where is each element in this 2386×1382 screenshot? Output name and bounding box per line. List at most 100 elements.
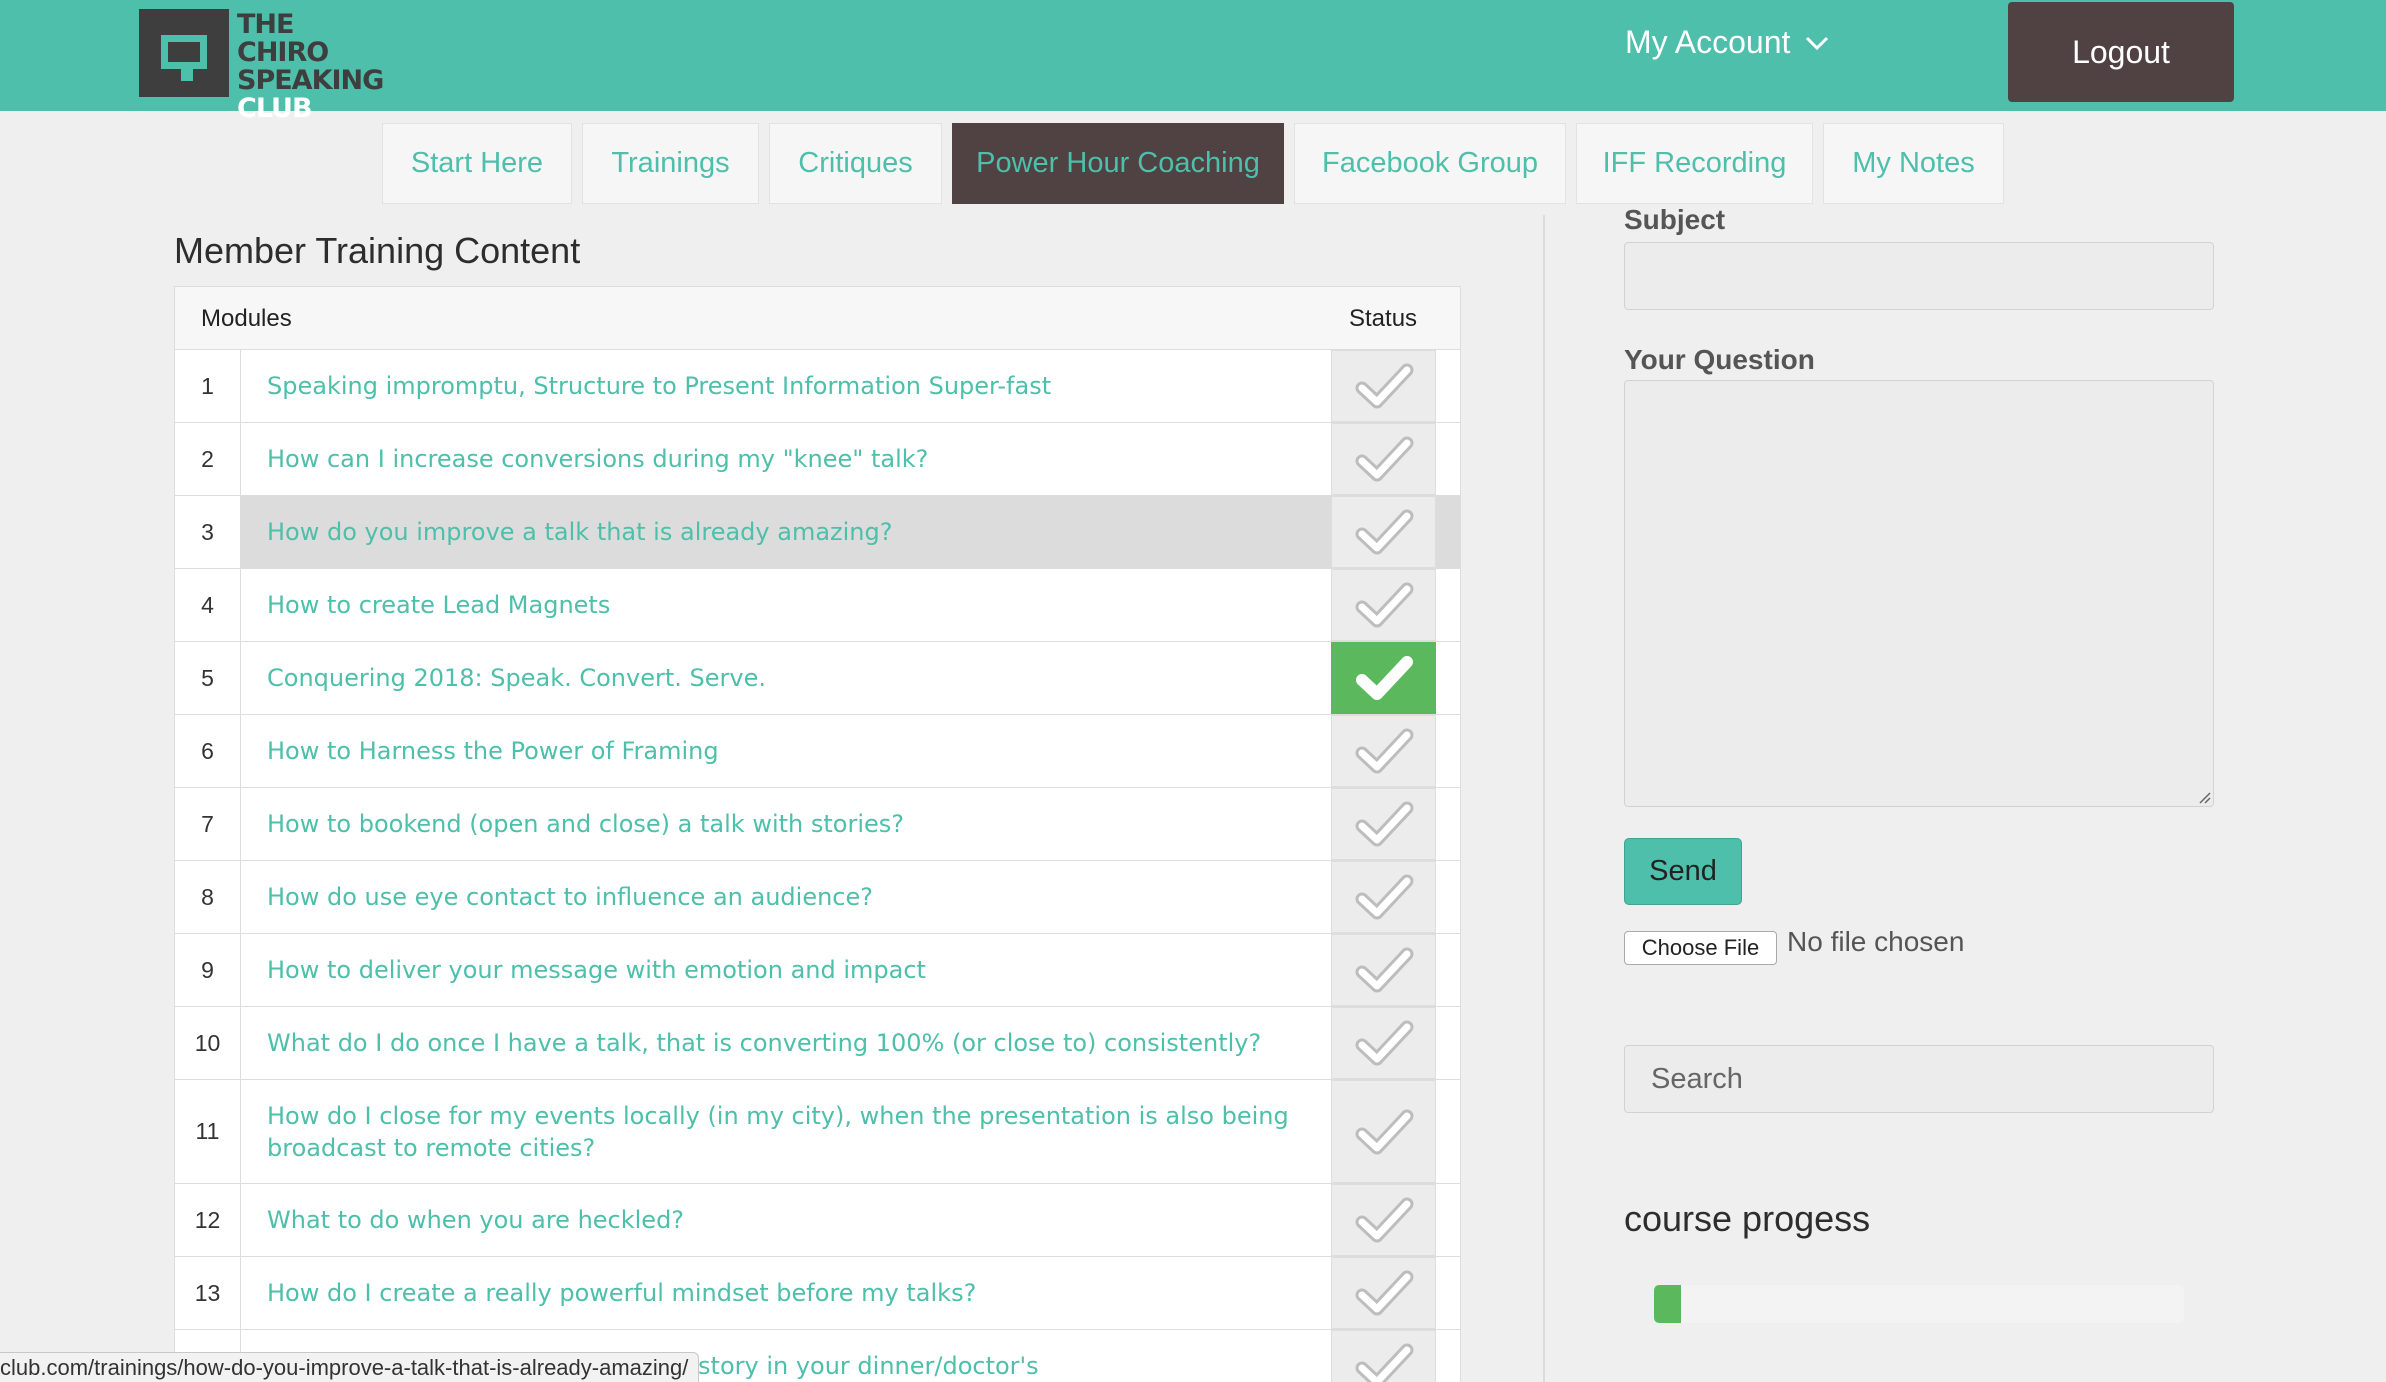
module-link[interactable]: How can I increase conversions during my…: [241, 423, 1331, 495]
table-row[interactable]: 6 How to Harness the Power of Framing: [175, 715, 1460, 788]
my-account-menu[interactable]: My Account: [1625, 24, 1830, 61]
table-row[interactable]: 7 How to bookend (open and close) a talk …: [175, 788, 1460, 861]
row-padding: [1436, 934, 1460, 1006]
table-row[interactable]: 12 What to do when you are heckled?: [175, 1184, 1460, 1257]
module-link[interactable]: How do I create a really powerful mindse…: [241, 1257, 1331, 1329]
table-row[interactable]: 13 How do I create a really powerful mind…: [175, 1257, 1460, 1330]
subject-input[interactable]: [1624, 242, 2214, 310]
row-padding: [1436, 496, 1460, 568]
row-padding: [1436, 1184, 1460, 1256]
row-number: 1: [175, 350, 241, 422]
page-title: Member Training Content: [174, 230, 581, 271]
row-number: 5: [175, 642, 241, 714]
row-number: 4: [175, 569, 241, 641]
table-row[interactable]: 9 How to deliver your message with emotio…: [175, 934, 1460, 1007]
tab-critiques[interactable]: Critiques: [769, 123, 942, 204]
row-number: 9: [175, 934, 241, 1006]
tab-my-notes[interactable]: My Notes: [1823, 123, 2004, 204]
checkmark-icon: [1355, 1197, 1413, 1243]
column-divider: [1543, 215, 1545, 1382]
row-padding: [1436, 1080, 1460, 1183]
tab-iff-recording[interactable]: IFF Recording: [1576, 123, 1813, 204]
checkmark-icon: [1355, 947, 1413, 993]
status-incomplete[interactable]: [1331, 934, 1436, 1006]
course-progress-bar: [1654, 1285, 2184, 1323]
table-row[interactable]: 3 How do you improve a talk that is alrea…: [175, 496, 1460, 569]
status-incomplete[interactable]: [1331, 350, 1436, 422]
module-link[interactable]: What do I do once I have a talk, that is…: [241, 1007, 1331, 1079]
table-row[interactable]: 10 What do I do once I have a talk, that …: [175, 1007, 1460, 1080]
site-logo[interactable]: THE CHIRO SPEAKING CLUB: [139, 9, 384, 123]
status-incomplete[interactable]: [1331, 1080, 1436, 1183]
tab-start-here[interactable]: Start Here: [382, 123, 572, 204]
module-link[interactable]: Speaking impromptu, Structure to Present…: [241, 350, 1331, 422]
status-incomplete[interactable]: [1331, 1007, 1436, 1079]
checkmark-icon: [1355, 1270, 1413, 1316]
table-row[interactable]: 5 Conquering 2018: Speak. Convert. Serve.: [175, 642, 1460, 715]
status-incomplete[interactable]: [1331, 569, 1436, 641]
logo-line-2: SPEAKING: [237, 65, 384, 96]
status-incomplete[interactable]: [1331, 1257, 1436, 1329]
row-padding: [1436, 569, 1460, 641]
course-progress-fill: [1654, 1285, 1681, 1323]
logout-button[interactable]: Logout: [2008, 2, 2234, 102]
status-incomplete[interactable]: [1331, 1184, 1436, 1256]
site-header: THE CHIRO SPEAKING CLUB My Account Logou…: [0, 0, 2386, 123]
tab-power-hour-coaching[interactable]: Power Hour Coaching: [952, 123, 1284, 204]
module-link[interactable]: How to bookend (open and close) a talk w…: [241, 788, 1331, 860]
table-row[interactable]: 8 How do use eye contact to influence an …: [175, 861, 1460, 934]
table-row[interactable]: 4 How to create Lead Magnets: [175, 569, 1460, 642]
module-link[interactable]: What to do when you are heckled?: [241, 1184, 1331, 1256]
checkmark-icon: [1355, 656, 1413, 700]
row-padding: [1436, 788, 1460, 860]
table-row[interactable]: 11 How do I close for my events locally (…: [175, 1080, 1460, 1184]
course-progress-title: course progess: [1624, 1198, 1871, 1239]
no-file-text: No file chosen: [1787, 926, 1965, 957]
status-incomplete[interactable]: [1331, 715, 1436, 787]
row-padding: [1436, 1330, 1460, 1382]
checkmark-icon: [1355, 728, 1413, 774]
module-link[interactable]: Conquering 2018: Speak. Convert. Serve.: [241, 642, 1331, 714]
row-number: 6: [175, 715, 241, 787]
checkmark-icon: [1355, 582, 1413, 628]
question-textarea[interactable]: [1624, 380, 2214, 807]
checkmark-icon: [1355, 1343, 1413, 1382]
module-link[interactable]: How to Harness the Power of Framing: [241, 715, 1331, 787]
choose-file-button[interactable]: Choose File: [1624, 931, 1777, 965]
status-incomplete[interactable]: [1331, 496, 1436, 568]
status-incomplete[interactable]: [1331, 788, 1436, 860]
checkmark-icon: [1355, 1109, 1413, 1154]
question-label: Your Question: [1624, 344, 1815, 375]
resize-handle-icon[interactable]: [2197, 790, 2211, 804]
table-row[interactable]: 2 How can I increase conversions during m…: [175, 423, 1460, 496]
module-link[interactable]: How do use eye contact to influence an a…: [241, 861, 1331, 933]
module-link[interactable]: How to create Lead Magnets: [241, 569, 1331, 641]
search-input[interactable]: [1624, 1045, 2214, 1113]
subject-label: Subject: [1624, 204, 1726, 235]
status-incomplete[interactable]: [1331, 861, 1436, 933]
checkmark-icon: [1355, 801, 1413, 847]
table-row[interactable]: 1 Speaking impromptu, Structure to Presen…: [175, 350, 1460, 423]
speech-bubble-icon: [139, 9, 229, 97]
my-account-label: My Account: [1625, 24, 1791, 60]
column-header-modules: Modules: [201, 305, 292, 332]
row-number: 3: [175, 496, 241, 568]
module-link[interactable]: How do you improve a talk that is alread…: [241, 496, 1331, 568]
module-link[interactable]: How to deliver your message with emotion…: [241, 934, 1331, 1006]
status-incomplete[interactable]: [1331, 423, 1436, 495]
logo-line-3: CLUB: [237, 93, 313, 124]
tab-facebook-group[interactable]: Facebook Group: [1294, 123, 1566, 204]
row-number: 10: [175, 1007, 241, 1079]
main-tabs: Start Here Trainings Critiques Power Hou…: [382, 123, 2004, 204]
send-button[interactable]: Send: [1624, 838, 1742, 905]
status-completed[interactable]: [1331, 642, 1436, 714]
status-incomplete[interactable]: [1331, 1330, 1436, 1382]
tab-trainings[interactable]: Trainings: [582, 123, 759, 204]
chevron-down-icon: [1806, 36, 1829, 50]
row-padding: [1436, 423, 1460, 495]
row-padding: [1436, 1257, 1460, 1329]
table-body: 1 Speaking impromptu, Structure to Presen…: [175, 350, 1460, 1382]
checkmark-icon: [1355, 1020, 1413, 1066]
module-link[interactable]: How do I close for my events locally (in…: [241, 1080, 1331, 1183]
column-header-status: Status: [1349, 305, 1418, 332]
